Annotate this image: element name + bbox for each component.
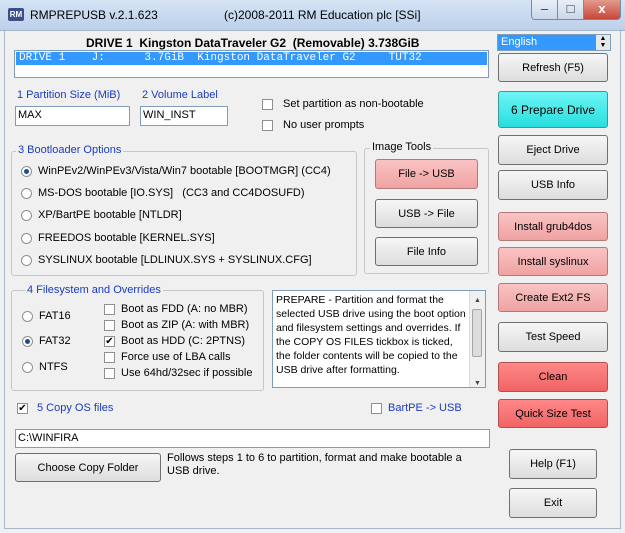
window-title: RMPREPUSB v.2.1.623: [30, 8, 158, 22]
boot-option-label: WinPEv2/WinPEv3/Vista/Win7 bootable [BOO…: [38, 165, 331, 177]
bartpe-checkbox[interactable]: [371, 403, 382, 414]
drive-header: DRIVE 1 Kingston DataTraveler G2 (Remova…: [86, 36, 420, 50]
minimize-button[interactable]: –: [531, 0, 558, 20]
bootloader-legend: 3 Bootloader Options: [16, 144, 124, 156]
force-lba-label: Force use of LBA calls: [121, 351, 231, 363]
force-lba-checkbox[interactable]: [104, 352, 115, 363]
install-grub4dos-button[interactable]: Install grub4dos: [498, 212, 608, 241]
scroll-up-icon[interactable]: ▲: [474, 294, 481, 308]
use-64hd-checkbox[interactable]: [104, 368, 115, 379]
drive-list[interactable]: DRIVE 1 J: 3.7GiB Kingston DataTraveler …: [14, 50, 489, 78]
close-button[interactable]: x: [583, 0, 621, 20]
app-icon: RM: [8, 8, 24, 21]
fat32-label: FAT32: [39, 335, 71, 347]
boot-option-label: SYSLINUX bootable [LDLINUX.SYS + SYSLINU…: [38, 254, 312, 266]
boot-hdd-label: Boot as HDD (C: 2PTNS): [121, 335, 246, 347]
no-prompts-checkbox[interactable]: [262, 120, 273, 131]
test-speed-button[interactable]: Test Speed: [498, 322, 608, 352]
ntfs-label: NTFS: [39, 361, 68, 373]
drive-list-item[interactable]: DRIVE 1 J: 3.7GiB Kingston DataTraveler …: [16, 52, 487, 65]
copy-os-label: 5 Copy OS files: [37, 402, 114, 414]
fat32-radio[interactable]: [22, 336, 33, 347]
install-syslinux-button[interactable]: Install syslinux: [498, 247, 608, 276]
boot-fdd-checkbox[interactable]: [104, 304, 115, 315]
window-subtitle: (c)2008-2011 RM Education plc [SSi]: [224, 8, 421, 22]
boot-fdd-label: Boot as FDD (A: no MBR): [121, 303, 248, 315]
usb-info-button[interactable]: USB Info: [498, 170, 608, 200]
boot-option-radio[interactable]: [21, 255, 32, 266]
volume-label-input[interactable]: WIN_INST: [140, 106, 228, 126]
fat16-radio[interactable]: [22, 311, 33, 322]
choose-copy-folder-button[interactable]: Choose Copy Folder: [15, 453, 161, 482]
copy-folder-path-input[interactable]: C:\WINFIRA: [15, 429, 490, 448]
exit-button[interactable]: Exit: [509, 488, 597, 518]
description-text: PREPARE - Partition and format the selec…: [276, 294, 466, 376]
help-button[interactable]: Help (F1): [509, 449, 597, 479]
scroll-down-icon[interactable]: ▼: [474, 377, 481, 387]
quick-size-test-button[interactable]: Quick Size Test: [498, 399, 608, 428]
boot-option-radio[interactable]: [21, 210, 32, 221]
spin-arrows-icon[interactable]: ▲ ▼: [596, 35, 610, 50]
create-ext2-button[interactable]: Create Ext2 FS: [498, 283, 608, 312]
use-64hd-label: Use 64hd/32sec if possible: [121, 367, 253, 379]
boot-option-label: FREEDOS bootable [KERNEL.SYS]: [38, 232, 215, 244]
prepare-drive-button[interactable]: 6 Prepare Drive: [498, 91, 608, 128]
boot-option-label: XP/BartPE bootable [NTLDR]: [38, 209, 182, 221]
refresh-button[interactable]: Refresh (F5): [498, 53, 608, 82]
hint-text: Follows steps 1 to 6 to partition, forma…: [167, 452, 462, 477]
non-bootable-label: Set partition as non-bootable: [283, 98, 424, 110]
maximize-button[interactable]: □: [557, 0, 584, 20]
boot-option-label: MS-DOS bootable [IO.SYS] (CC3 and CC4DOS…: [38, 187, 305, 199]
clean-button[interactable]: Clean: [498, 362, 608, 392]
boot-zip-label: Boot as ZIP (A: with MBR): [121, 319, 250, 331]
volume-label-label: 2 Volume Label: [142, 89, 218, 101]
no-prompts-label: No user prompts: [283, 119, 365, 131]
non-bootable-checkbox[interactable]: [262, 99, 273, 110]
boot-zip-checkbox[interactable]: [104, 320, 115, 331]
eject-drive-button[interactable]: Eject Drive: [498, 135, 608, 165]
ntfs-radio[interactable]: [22, 362, 33, 373]
boot-option-radio[interactable]: [21, 188, 32, 199]
filesystem-legend: 4 Filesystem and Overrides: [25, 284, 163, 296]
copy-os-checkbox[interactable]: ✔: [17, 403, 28, 414]
description-memo[interactable]: PREPARE - Partition and format the selec…: [272, 290, 486, 388]
boot-option-radio[interactable]: [21, 166, 32, 177]
boot-option-radio[interactable]: [21, 233, 32, 244]
bartpe-label: BartPE -> USB: [388, 402, 462, 414]
partition-size-label: 1 Partition Size (MiB): [17, 89, 121, 101]
fat16-label: FAT16: [39, 310, 71, 322]
language-select[interactable]: English ▲ ▼: [497, 34, 611, 51]
language-value: English: [501, 36, 538, 48]
image-tools-legend: Image Tools: [370, 141, 434, 153]
partition-size-input[interactable]: MAX: [15, 106, 130, 126]
file-info-button[interactable]: File Info: [375, 237, 478, 266]
file-to-usb-button[interactable]: File -> USB: [375, 159, 478, 189]
scroll-thumb[interactable]: [472, 309, 482, 357]
usb-to-file-button[interactable]: USB -> File: [375, 199, 478, 228]
boot-hdd-checkbox[interactable]: ✔: [104, 336, 115, 347]
memo-scrollbar[interactable]: ▲ ▼: [469, 291, 485, 387]
